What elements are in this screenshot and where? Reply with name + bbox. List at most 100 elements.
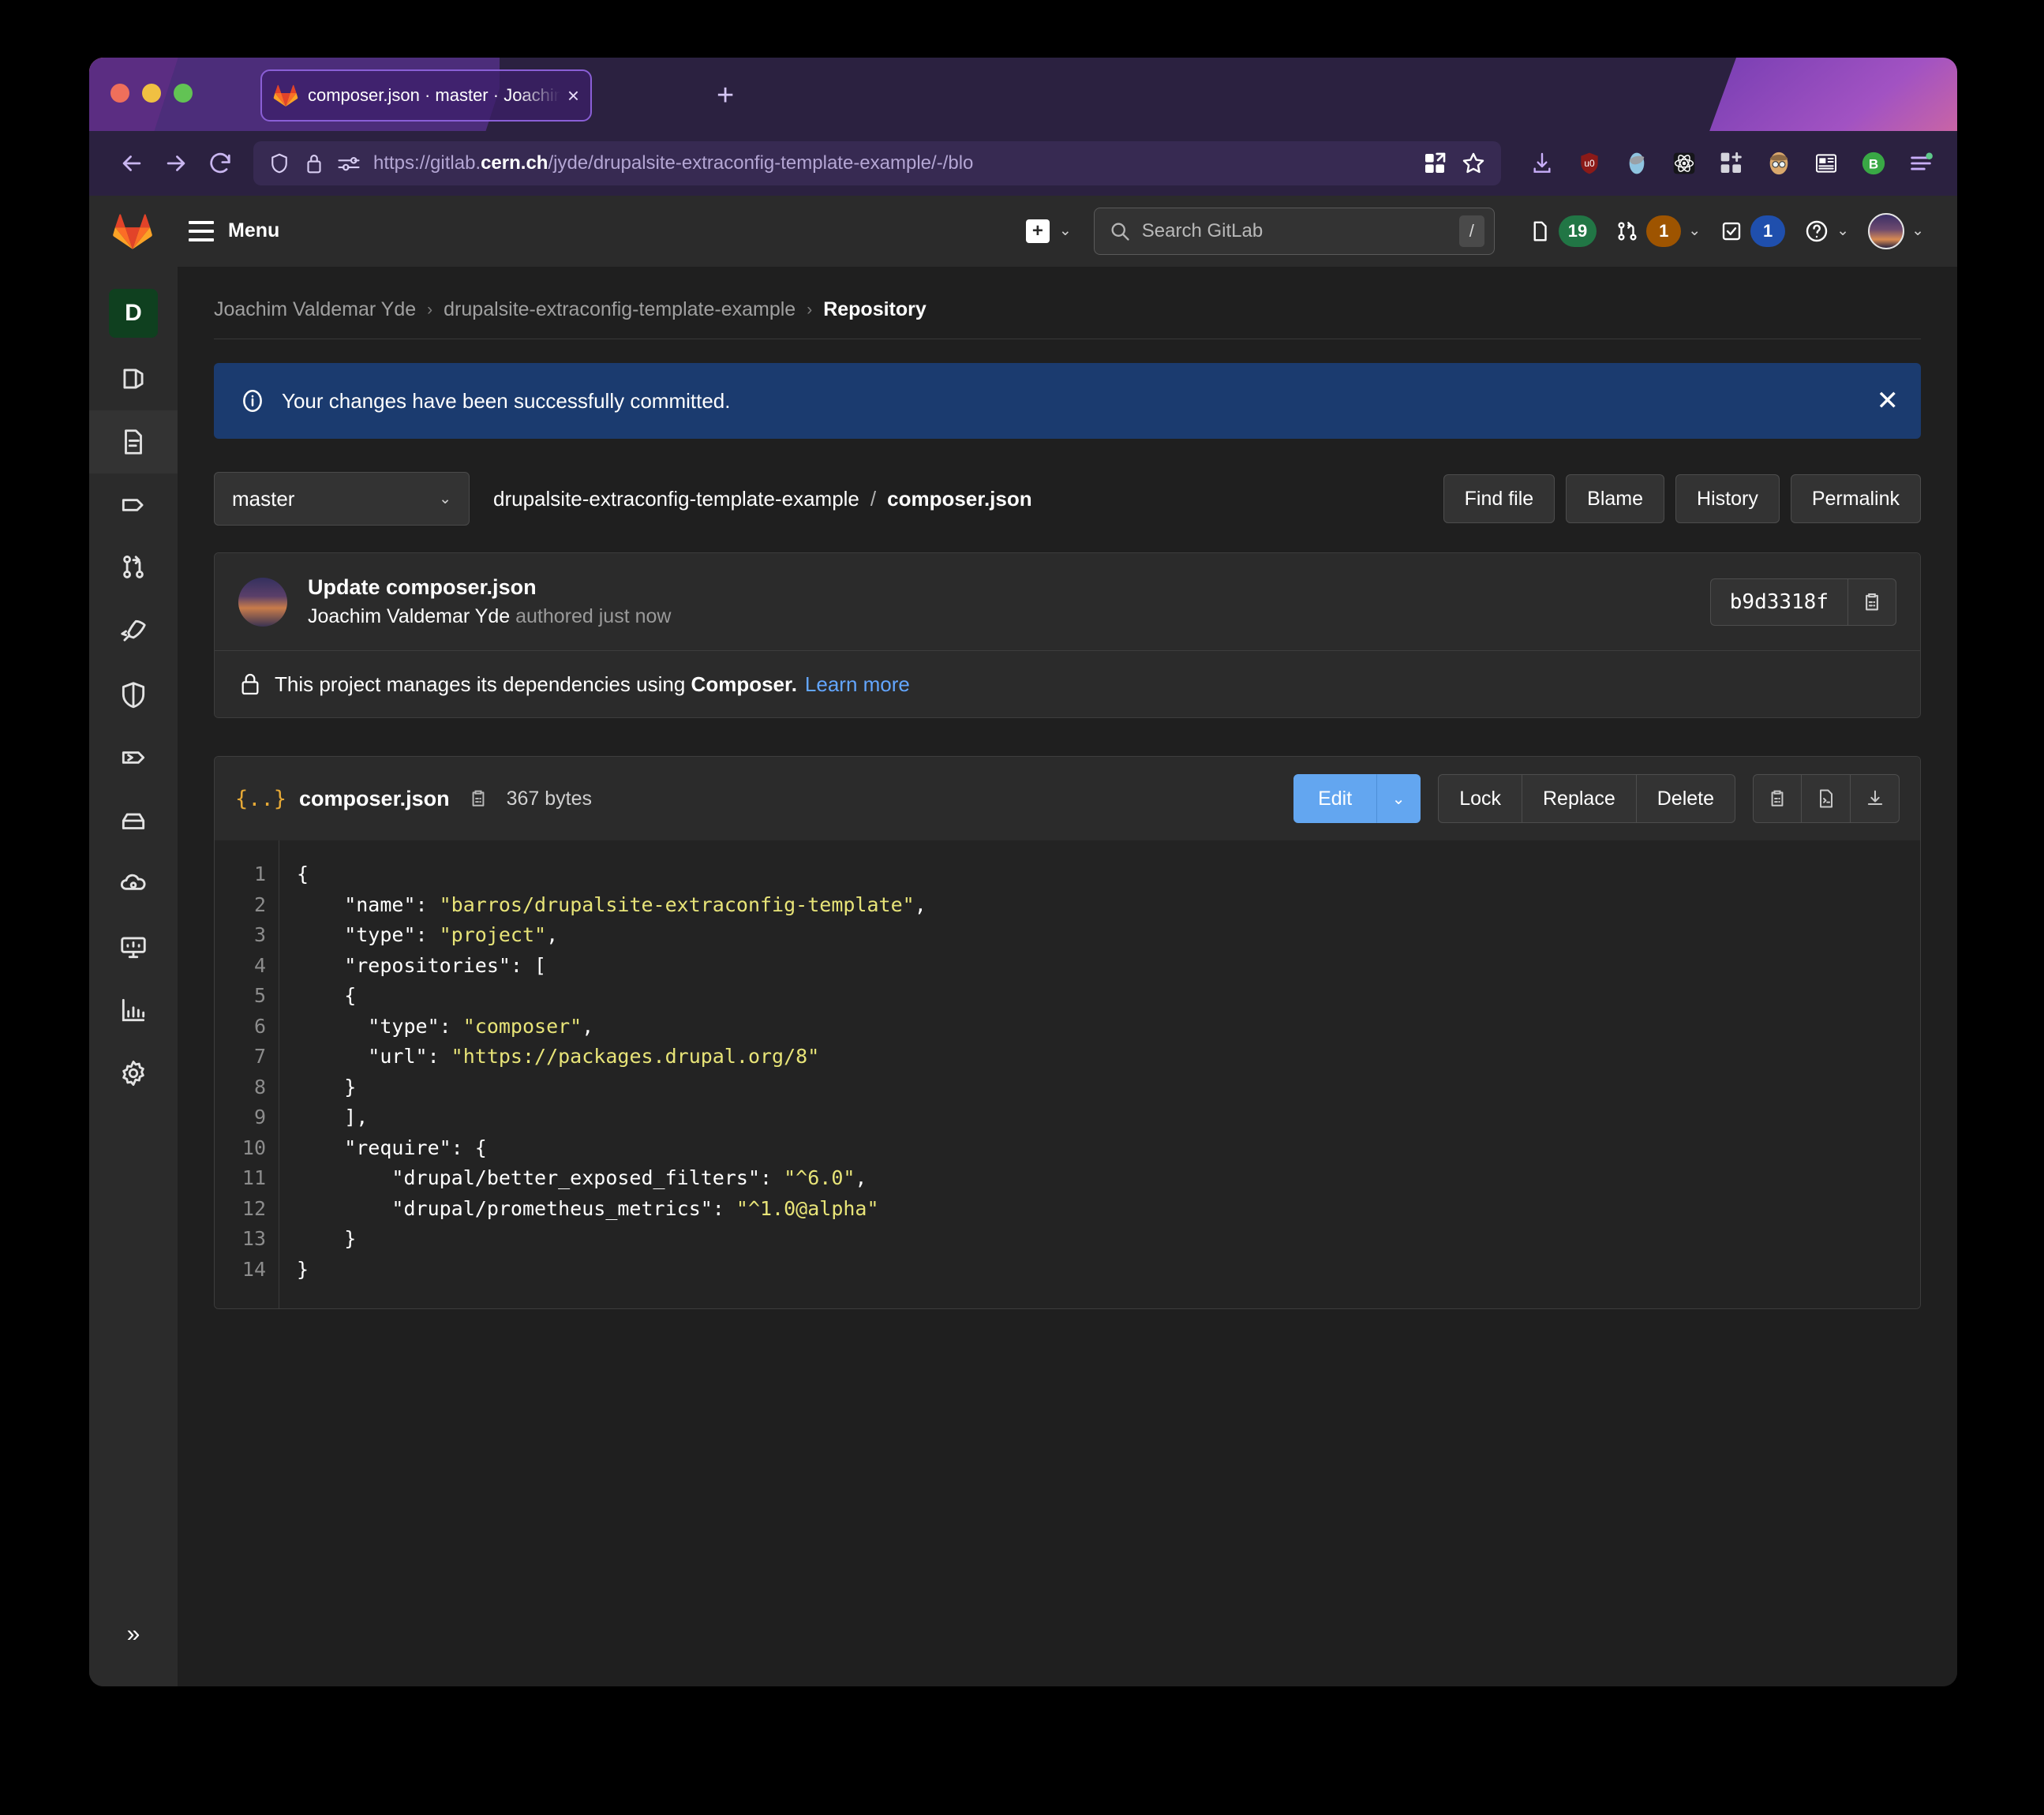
find-file-button[interactable]: Find file bbox=[1443, 474, 1555, 523]
code-line: "name": "barros/drupalsite-extraconfig-t… bbox=[297, 893, 927, 916]
file-size-label: 367 bytes bbox=[506, 787, 593, 810]
branch-name: master bbox=[232, 486, 295, 511]
edit-button[interactable]: Edit bbox=[1293, 774, 1377, 823]
bookmark-star-icon[interactable] bbox=[1460, 150, 1487, 177]
news-reader-icon[interactable] bbox=[1810, 148, 1842, 179]
document-icon bbox=[125, 429, 142, 455]
lock-button[interactable]: Lock bbox=[1438, 774, 1522, 823]
copy-path-icon[interactable] bbox=[467, 788, 489, 810]
commit-author[interactable]: Joachim Valdemar Yde bbox=[308, 605, 510, 627]
merge-requests-nav-item[interactable]: 1 ⌄ bbox=[1606, 215, 1710, 247]
alert-message: Your changes have been successfully comm… bbox=[282, 388, 731, 413]
back-button[interactable] bbox=[110, 141, 154, 185]
add-extension-icon[interactable] bbox=[1716, 148, 1747, 179]
close-alert-button[interactable]: ✕ bbox=[1877, 387, 1900, 414]
create-new-button[interactable]: + ⌄ bbox=[1025, 219, 1072, 243]
sidebar-item-repository[interactable] bbox=[89, 410, 178, 473]
user-menu[interactable]: ⌄ bbox=[1859, 212, 1934, 249]
reload-button[interactable] bbox=[198, 141, 242, 185]
history-button[interactable]: History bbox=[1675, 474, 1780, 523]
forward-arrow-icon bbox=[167, 155, 185, 171]
download-icon[interactable] bbox=[1526, 148, 1558, 179]
new-tab-button[interactable]: + bbox=[717, 80, 734, 110]
zotero-icon[interactable] bbox=[1621, 148, 1653, 179]
delete-button[interactable]: Delete bbox=[1636, 774, 1735, 823]
forward-button[interactable] bbox=[154, 141, 198, 185]
chevron-down-icon: ⌄ bbox=[1836, 223, 1850, 239]
persona-icon[interactable] bbox=[1763, 148, 1795, 179]
code-line: "require": { bbox=[297, 1136, 487, 1159]
sidebar-item-infrastructure[interactable] bbox=[89, 852, 178, 915]
line-number: 13 bbox=[241, 1227, 266, 1250]
edit-dropdown-button[interactable]: ⌄ bbox=[1376, 774, 1421, 823]
todos-nav-item[interactable]: 1 bbox=[1710, 215, 1795, 247]
json-file-icon: {..} bbox=[235, 786, 287, 811]
collapse-sidebar-button[interactable]: » bbox=[89, 1611, 178, 1658]
sidebar-item-merge-requests[interactable] bbox=[89, 537, 178, 600]
shield-icon bbox=[122, 682, 145, 709]
code-line: } bbox=[297, 1257, 309, 1281]
composer-learn-more-link[interactable]: Learn more bbox=[805, 672, 910, 697]
avatar bbox=[1868, 212, 1905, 249]
sidebar-item-monitor[interactable] bbox=[89, 915, 178, 979]
permalink-button[interactable]: Permalink bbox=[1790, 474, 1921, 523]
code-content[interactable]: { "name": "barros/drupalsite-extraconfig… bbox=[279, 840, 1920, 1308]
line-number: 6 bbox=[253, 1014, 266, 1038]
deployment-icon bbox=[122, 751, 145, 764]
close-tab-button[interactable]: × bbox=[567, 85, 579, 106]
commit-sha[interactable]: b9d3318f bbox=[1709, 578, 1847, 626]
file-viewer-header: {..} composer.json 367 bytes Edit ⌄ Lock… bbox=[215, 757, 1920, 840]
commit-row: Update composer.json Joachim Valdemar Yd… bbox=[215, 553, 1920, 650]
code-line: { bbox=[297, 863, 309, 885]
help-nav-item[interactable]: ⌄ bbox=[1795, 219, 1859, 244]
sidebar-item-security[interactable] bbox=[89, 663, 178, 726]
reader-view-icon[interactable] bbox=[1422, 151, 1447, 176]
reload-icon bbox=[210, 152, 230, 174]
project-sidebar: D » bbox=[89, 267, 178, 1686]
branch-selector[interactable]: master ⌄ bbox=[214, 472, 470, 526]
sidebar-item-packages[interactable] bbox=[89, 789, 178, 852]
blame-button[interactable]: Blame bbox=[1566, 474, 1665, 523]
search-shortcut-badge: / bbox=[1458, 215, 1484, 247]
code-viewer: 1 2 3 4 5 6 7 8 9 10 11 12 13 14 { "name": "barros/dr… bbox=[215, 840, 1920, 1308]
breadcrumb-item-project[interactable]: drupalsite-extraconfig-template-example bbox=[444, 298, 796, 321]
commit-title[interactable]: Update composer.json bbox=[308, 575, 1710, 600]
firefox-menu-icon[interactable] bbox=[1905, 148, 1937, 179]
breadcrumb-item-user[interactable]: Joachim Valdemar Yde bbox=[214, 298, 416, 321]
download-icon[interactable] bbox=[1851, 774, 1900, 823]
open-raw-icon[interactable] bbox=[1802, 774, 1851, 823]
code-line: "type": "composer", bbox=[297, 1014, 594, 1038]
replace-button[interactable]: Replace bbox=[1522, 774, 1637, 823]
issues-count-badge: 19 bbox=[1558, 215, 1597, 247]
bitwarden-icon[interactable]: B bbox=[1858, 148, 1889, 179]
project-avatar[interactable]: D bbox=[109, 289, 158, 338]
gitlab-icon bbox=[273, 84, 298, 107]
close-window-button[interactable] bbox=[110, 84, 129, 103]
copy-icon[interactable] bbox=[1847, 578, 1896, 626]
cloud-icon bbox=[120, 874, 146, 890]
react-devtools-icon[interactable] bbox=[1668, 148, 1700, 179]
sidebar-item-deployments[interactable] bbox=[89, 726, 178, 789]
sidebar-item-ci-cd[interactable] bbox=[89, 600, 178, 663]
url-bar[interactable]: https://gitlab.cern.ch/jyde/drupalsite-e… bbox=[253, 141, 1501, 185]
sidebar-item-project-overview[interactable] bbox=[89, 347, 178, 410]
sidebar-item-issues[interactable] bbox=[89, 473, 178, 537]
search-icon bbox=[1109, 220, 1131, 242]
code-line: "type": "project", bbox=[297, 923, 559, 946]
sidebar-item-settings[interactable] bbox=[89, 1042, 178, 1105]
maximize-window-button[interactable] bbox=[174, 84, 193, 103]
browser-tab[interactable]: composer.json · master · Joachim Valdema… bbox=[260, 69, 592, 122]
ublock-origin-icon[interactable]: u0 bbox=[1574, 148, 1605, 179]
copy-contents-icon[interactable] bbox=[1753, 774, 1802, 823]
monitor-icon bbox=[121, 937, 146, 959]
issues-nav-item[interactable]: 19 bbox=[1518, 215, 1606, 247]
commit-sha-group: b9d3318f bbox=[1709, 578, 1896, 626]
minimize-window-button[interactable] bbox=[142, 84, 161, 103]
package-lock-icon bbox=[238, 672, 262, 697]
sidebar-item-analytics[interactable] bbox=[89, 979, 178, 1042]
search-input[interactable]: Search GitLab / bbox=[1093, 207, 1495, 255]
path-repo-name[interactable]: drupalsite-extraconfig-template-example bbox=[493, 487, 859, 511]
window-traffic-lights bbox=[110, 84, 193, 103]
main-menu-button[interactable]: Menu bbox=[189, 219, 279, 242]
gitlab-logo[interactable] bbox=[111, 211, 154, 252]
